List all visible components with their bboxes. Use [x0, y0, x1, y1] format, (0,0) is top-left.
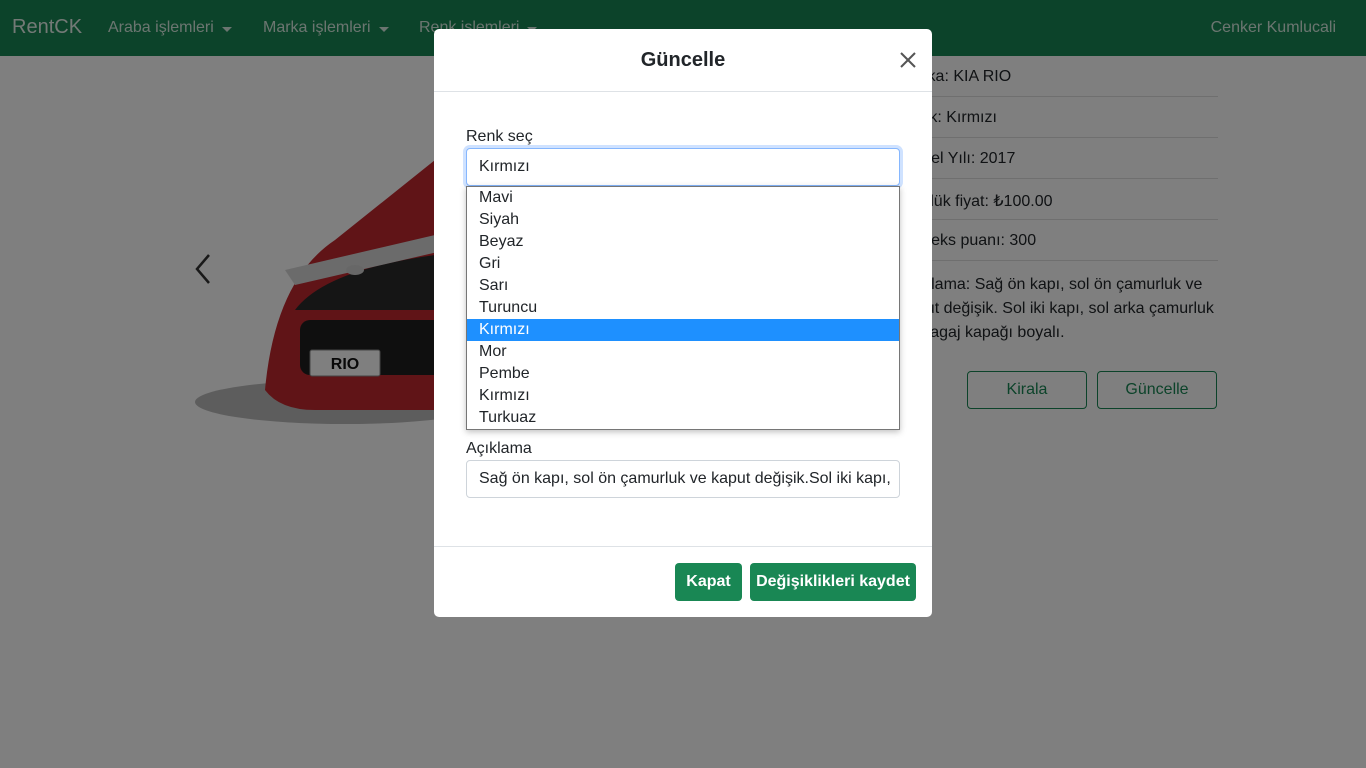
close-icon[interactable] — [898, 50, 918, 70]
modal-title: Güncelle — [640, 49, 726, 71]
save-button[interactable]: Değişiklikleri kaydet — [750, 563, 916, 601]
close-button[interactable]: Kapat — [675, 563, 742, 601]
color-select-label: Renk seç — [466, 128, 533, 145]
color-option[interactable]: Siyah — [467, 209, 899, 231]
modal-footer: Kapat Değişiklikleri kaydet — [434, 546, 932, 617]
color-option[interactable]: Turuncu — [467, 297, 899, 319]
description-input[interactable]: Sağ ön kapı, sol ön çamurluk ve kaput de… — [466, 460, 900, 498]
color-options-list: Mavi Siyah Beyaz Gri Sarı Turuncu Kırmız… — [466, 186, 900, 430]
color-select[interactable]: Kırmızı — [466, 148, 900, 186]
color-option[interactable]: Pembe — [467, 363, 899, 385]
color-option[interactable]: Gri — [467, 253, 899, 275]
color-option[interactable]: Mavi — [467, 187, 899, 209]
color-option[interactable]: Turkuaz — [467, 407, 899, 429]
modal-header: Güncelle — [434, 29, 932, 92]
color-option-selected[interactable]: Kırmızı — [467, 319, 899, 341]
color-option[interactable]: Sarı — [467, 275, 899, 297]
color-option[interactable]: Beyaz — [467, 231, 899, 253]
color-option[interactable]: Kırmızı — [467, 385, 899, 407]
description-label: Açıklama — [466, 440, 532, 457]
color-option[interactable]: Mor — [467, 341, 899, 363]
